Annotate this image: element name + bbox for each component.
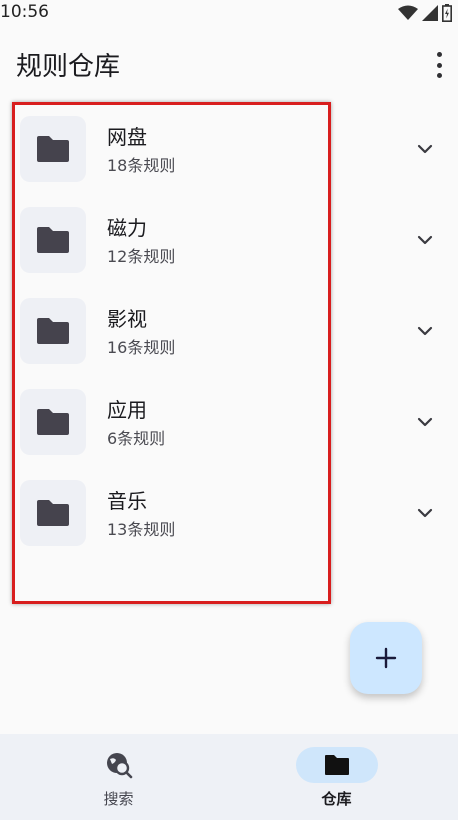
folder-row-wangpan[interactable]: 网盘 18条规则 bbox=[0, 104, 458, 195]
folder-icon bbox=[324, 755, 349, 775]
nav-label-repository: 仓库 bbox=[321, 790, 352, 808]
chevron-down-icon[interactable] bbox=[416, 140, 434, 158]
folder-name: 影视 bbox=[107, 307, 147, 331]
plus-icon bbox=[375, 647, 397, 669]
nav-item-search[interactable]: 搜索 bbox=[4, 734, 233, 820]
folder-icon bbox=[20, 116, 86, 182]
folder-name: 磁力 bbox=[107, 216, 147, 240]
folder-icon bbox=[20, 207, 86, 273]
folder-row-cili[interactable]: 磁力 12条规则 bbox=[0, 195, 458, 286]
folder-rule-count: 13条规则 bbox=[107, 520, 176, 539]
add-button[interactable] bbox=[350, 622, 422, 694]
status-bar: 10:56 bbox=[0, 0, 458, 26]
nav-indicator-active bbox=[295, 747, 378, 783]
more-options-icon[interactable] bbox=[434, 52, 444, 78]
nav-label-search: 搜索 bbox=[103, 790, 134, 808]
nav-item-repository[interactable]: 仓库 bbox=[222, 734, 451, 820]
folder-row-yinyue[interactable]: 音乐 13条规则 bbox=[0, 468, 458, 559]
nav-indicator bbox=[78, 747, 160, 783]
status-icons bbox=[398, 4, 452, 22]
folder-row-yingyong[interactable]: 应用 6条规则 bbox=[0, 377, 458, 468]
folder-icon bbox=[20, 480, 86, 546]
folder-icon bbox=[20, 298, 86, 364]
battery-icon bbox=[442, 4, 452, 22]
chevron-down-icon[interactable] bbox=[416, 231, 434, 249]
folder-list: 网盘 18条规则 磁力 12条规则 影视 16条规则 应用 6条规则 音乐 13… bbox=[0, 104, 458, 559]
folder-rule-count: 12条规则 bbox=[107, 247, 176, 266]
page-title: 规则仓库 bbox=[16, 52, 121, 82]
wifi-icon bbox=[398, 5, 418, 20]
folder-name: 应用 bbox=[107, 398, 147, 422]
chevron-down-icon[interactable] bbox=[416, 413, 434, 431]
chevron-down-icon[interactable] bbox=[416, 322, 434, 340]
app-bar: 规则仓库 bbox=[0, 40, 458, 96]
folder-row-yingshi[interactable]: 影视 16条规则 bbox=[0, 286, 458, 377]
folder-rule-count: 6条规则 bbox=[107, 429, 166, 448]
chevron-down-icon[interactable] bbox=[416, 504, 434, 522]
signal-icon bbox=[422, 5, 438, 21]
folder-rule-count: 16条规则 bbox=[107, 338, 176, 357]
search-globe-icon bbox=[106, 753, 132, 779]
folder-name: 网盘 bbox=[107, 125, 147, 149]
folder-name: 音乐 bbox=[107, 489, 147, 513]
folder-icon bbox=[20, 389, 86, 455]
bottom-navigation: 搜索 仓库 bbox=[0, 734, 458, 820]
folder-rule-count: 18条规则 bbox=[107, 156, 176, 175]
status-time: 10:56 bbox=[0, 2, 49, 22]
